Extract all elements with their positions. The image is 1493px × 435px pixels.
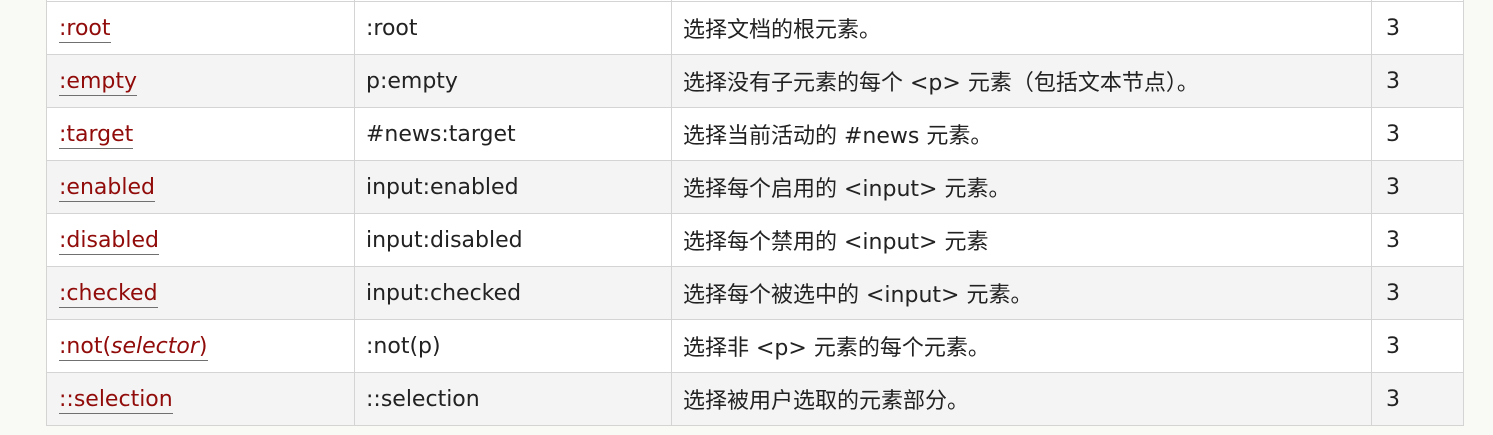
example-cell: :root	[354, 1, 672, 55]
selector-cell: :disabled	[46, 213, 355, 267]
selector-cell: :checked	[46, 266, 355, 320]
css-version-cell: 3	[1371, 319, 1464, 373]
selector-text: :not(	[59, 333, 112, 359]
css-version-cell: 3	[1371, 160, 1464, 214]
selector-link[interactable]: :disabled	[59, 227, 160, 255]
example-cell: input:disabled	[354, 213, 672, 267]
css-version-cell: 3	[1371, 107, 1464, 161]
description-cell: 选择当前活动的 #news 元素。	[671, 107, 1372, 161]
description-cell: 选择每个启用的 <input> 元素。	[671, 160, 1372, 214]
css-version-cell: 3	[1371, 266, 1464, 320]
selector-link[interactable]: :enabled	[59, 174, 155, 202]
selector-link[interactable]: :not(selector)	[59, 333, 208, 361]
example-cell: :not(p)	[354, 319, 672, 373]
selector-link[interactable]: :empty	[59, 68, 137, 96]
description-cell: 选择每个被选中的 <input> 元素。	[671, 266, 1372, 320]
selector-link[interactable]: :target	[59, 121, 134, 149]
selector-text: :root	[59, 15, 111, 41]
selector-suffix: )	[198, 333, 208, 359]
table-row: :not(selector) :not(p) 选择非 <p> 元素的每个元素。 …	[46, 319, 1464, 373]
selector-text: ::selection	[59, 386, 173, 412]
description-cell: 选择被用户选取的元素部分。	[671, 372, 1372, 426]
table-row: :root :root 选择文档的根元素。 3	[46, 1, 1464, 55]
selector-cell: :enabled	[46, 160, 355, 214]
selector-reference-table: :root :root 选择文档的根元素。 3 :empty p:empty 选…	[46, 0, 1464, 426]
table-row: :disabled input:disabled 选择每个禁用的 <input>…	[46, 213, 1464, 267]
css-version-cell: 3	[1371, 372, 1464, 426]
selector-argument: selector	[111, 333, 199, 359]
table-row: :empty p:empty 选择没有子元素的每个 <p> 元素（包括文本节点）…	[46, 54, 1464, 108]
css-version-cell: 3	[1371, 1, 1464, 55]
selector-cell: :empty	[46, 54, 355, 108]
example-cell: #news:target	[354, 107, 672, 161]
selector-text: :empty	[59, 68, 137, 94]
example-cell: input:checked	[354, 266, 672, 320]
example-cell: p:empty	[354, 54, 672, 108]
selector-cell: :not(selector)	[46, 319, 355, 373]
description-cell: 选择每个禁用的 <input> 元素	[671, 213, 1372, 267]
selector-text: :disabled	[59, 227, 160, 253]
selector-text: :enabled	[59, 174, 155, 200]
table-row: :target #news:target 选择当前活动的 #news 元素。 3	[46, 107, 1464, 161]
description-cell: 选择非 <p> 元素的每个元素。	[671, 319, 1372, 373]
selector-cell: :root	[46, 1, 355, 55]
selector-reference-table-wrapper: :root :root 选择文档的根元素。 3 :empty p:empty 选…	[46, 0, 1464, 426]
table-body: :root :root 选择文档的根元素。 3 :empty p:empty 选…	[46, 0, 1464, 426]
description-cell: 选择文档的根元素。	[671, 1, 1372, 55]
example-cell: input:enabled	[354, 160, 672, 214]
selector-link[interactable]: :root	[59, 15, 111, 43]
table-row: :enabled input:enabled 选择每个启用的 <input> 元…	[46, 160, 1464, 214]
table-row: ::selection ::selection 选择被用户选取的元素部分。 3	[46, 372, 1464, 426]
selector-text: :checked	[59, 280, 158, 306]
selector-link[interactable]: :checked	[59, 280, 158, 308]
selector-cell: ::selection	[46, 372, 355, 426]
table-row: :checked input:checked 选择每个被选中的 <input> …	[46, 266, 1464, 320]
selector-text: :target	[59, 121, 134, 147]
example-cell: ::selection	[354, 372, 672, 426]
css-version-cell: 3	[1371, 54, 1464, 108]
selector-cell: :target	[46, 107, 355, 161]
description-cell: 选择没有子元素的每个 <p> 元素（包括文本节点）。	[671, 54, 1372, 108]
selector-link[interactable]: ::selection	[59, 386, 173, 414]
css-version-cell: 3	[1371, 213, 1464, 267]
